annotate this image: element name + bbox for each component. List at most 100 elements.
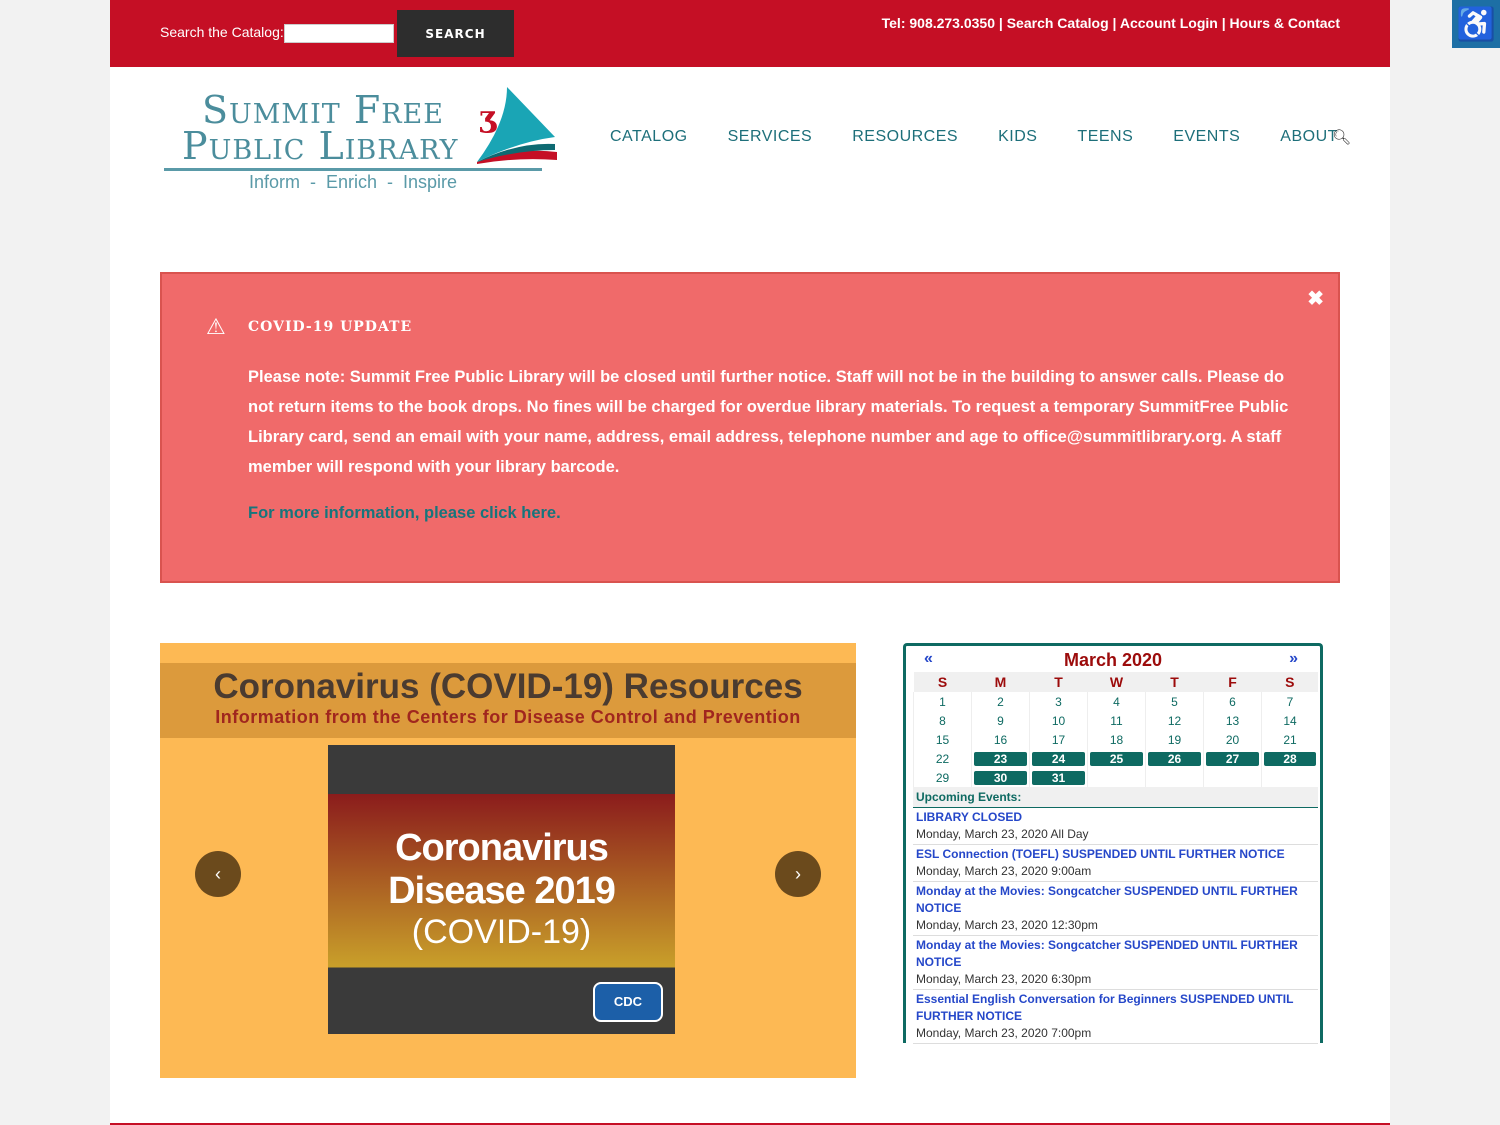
calendar-day[interactable]: 30 bbox=[971, 768, 1030, 787]
warning-icon: ⚠ bbox=[206, 314, 226, 339]
separator: | bbox=[1217, 15, 1230, 31]
library-logo[interactable]: Summit Free Public Library ʒ Inform - En… bbox=[162, 82, 562, 202]
day-number: 7 bbox=[1286, 694, 1294, 709]
day-number: 29 bbox=[935, 770, 950, 785]
alert-title: COVID-19 UPDATE bbox=[248, 319, 413, 335]
close-icon[interactable]: ✖ bbox=[1307, 286, 1324, 311]
event-link[interactable]: LIBRARY CLOSED bbox=[916, 809, 1315, 826]
nav-kids[interactable]: KIDS bbox=[998, 128, 1037, 146]
covid-slide-image[interactable]: Coronavirus Disease 2019 (COVID-19) CDC bbox=[328, 745, 675, 1034]
day-number: 3 bbox=[1055, 694, 1062, 709]
calendar-day[interactable]: 13 bbox=[1203, 711, 1262, 730]
search-icon[interactable]: 🔍︎ bbox=[1332, 128, 1351, 146]
search-button[interactable]: SEARCH bbox=[397, 10, 514, 57]
calendar-day bbox=[1145, 768, 1204, 787]
calendar-day[interactable]: 5 bbox=[1145, 692, 1204, 711]
calendar-day[interactable]: 8 bbox=[913, 711, 972, 730]
slider-next-button[interactable]: › bbox=[775, 851, 821, 897]
catalog-search-input[interactable] bbox=[284, 24, 394, 43]
image-text-3: (COVID-19) bbox=[411, 913, 592, 951]
weekday-header: M bbox=[971, 672, 1030, 692]
phone-link[interactable]: Tel: 908.273.0350 bbox=[882, 15, 995, 31]
calendar-day[interactable]: 22 bbox=[913, 749, 972, 768]
covid-resources-slider: Coronavirus (COVID-19) Resources Informa… bbox=[160, 643, 856, 1078]
nav-about[interactable]: ABOUT bbox=[1280, 128, 1338, 146]
image-text-1: Coronavirus bbox=[395, 827, 609, 869]
logo-rule bbox=[164, 168, 542, 171]
calendar-day[interactable]: 10 bbox=[1029, 711, 1088, 730]
wheelchair-icon[interactable]: ♿ bbox=[1452, 0, 1500, 48]
day-number: 13 bbox=[1225, 713, 1240, 728]
event-link[interactable]: Monday at the Movies: Songcatcher SUSPEN… bbox=[916, 937, 1315, 971]
event-item: Monday at the Movies: Songcatcher SUSPEN… bbox=[913, 936, 1318, 990]
event-date: Monday, March 23, 2020 6:30pm bbox=[916, 972, 1092, 986]
separator: | bbox=[995, 15, 1007, 31]
calendar-day[interactable]: 20 bbox=[1203, 730, 1262, 749]
logo-line2: Public Library bbox=[182, 124, 459, 168]
book-icon: ʒ bbox=[477, 87, 557, 164]
calendar-day[interactable]: 17 bbox=[1029, 730, 1088, 749]
page: Search the Catalog: SEARCH Tel: 908.273.… bbox=[110, 0, 1390, 1125]
calendar-day[interactable]: 2 bbox=[971, 692, 1030, 711]
calendar-day[interactable]: 29 bbox=[913, 768, 972, 787]
calendar-month: March 2020 bbox=[1063, 650, 1163, 670]
day-number: 20 bbox=[1225, 732, 1240, 747]
calendar-week: 15 16 17 18 19 20 21 bbox=[913, 730, 1318, 749]
calendar-day[interactable]: 12 bbox=[1145, 711, 1204, 730]
day-number: 12 bbox=[1167, 713, 1182, 728]
calendar-day[interactable]: 6 bbox=[1203, 692, 1262, 711]
upcoming-events-label: Upcoming Events: bbox=[913, 787, 1318, 808]
alert-message: Please note: Summit Free Public Library … bbox=[248, 368, 1289, 476]
slide-heading-band: Coronavirus (COVID-19) Resources Informa… bbox=[160, 663, 856, 738]
calendar-day[interactable]: 15 bbox=[913, 730, 972, 749]
calendar-day[interactable]: 7 bbox=[1261, 692, 1318, 711]
nav-services[interactable]: SERVICES bbox=[728, 128, 813, 146]
more-info-link[interactable]: For more information, please click here. bbox=[248, 504, 561, 523]
day-number: 14 bbox=[1283, 713, 1297, 728]
prev-month-button[interactable]: « bbox=[924, 650, 933, 668]
calendar-day[interactable]: 27 bbox=[1203, 749, 1262, 768]
account-login-link[interactable]: Account Login bbox=[1120, 15, 1218, 31]
calendar-grid: SMTWTFS 1 2 3 4 5 6 7 8 9 10 11 12 13 14 15 16 17 18 19 20 2… bbox=[913, 672, 1318, 787]
calendar-day[interactable]: 3 bbox=[1029, 692, 1088, 711]
day-number: 8 bbox=[939, 713, 946, 728]
logo-tagline: Inform - Enrich - Inspire bbox=[249, 172, 458, 192]
calendar-week: 29 30 31 bbox=[913, 768, 1318, 787]
calendar-day[interactable]: 26 bbox=[1145, 749, 1204, 768]
hours-contact-link[interactable]: Hours & Contact bbox=[1230, 15, 1340, 31]
calendar-day[interactable]: 1 bbox=[913, 692, 972, 711]
calendar-day[interactable]: 21 bbox=[1261, 730, 1318, 749]
calendar-day[interactable]: 9 bbox=[971, 711, 1030, 730]
day-number: 23 bbox=[974, 751, 1027, 766]
event-link[interactable]: Essential English Conversation for Begin… bbox=[916, 991, 1315, 1025]
nav-events[interactable]: EVENTS bbox=[1173, 128, 1240, 146]
slider-prev-button[interactable]: ‹ bbox=[195, 851, 241, 897]
day-number: 22 bbox=[935, 751, 950, 766]
nav-teens[interactable]: TEENS bbox=[1077, 128, 1133, 146]
calendar-day[interactable]: 25 bbox=[1087, 749, 1146, 768]
event-link[interactable]: Monday at the Movies: Songcatcher SUSPEN… bbox=[916, 883, 1315, 917]
weekday-header: W bbox=[1087, 672, 1146, 692]
calendar-day[interactable]: 31 bbox=[1029, 768, 1088, 787]
calendar-day[interactable]: 16 bbox=[971, 730, 1030, 749]
calendar-day[interactable]: 28 bbox=[1261, 749, 1318, 768]
svg-text:ʒ: ʒ bbox=[479, 100, 497, 135]
weekday-header: S bbox=[913, 672, 972, 692]
event-date: Monday, March 23, 2020 12:30pm bbox=[916, 918, 1098, 932]
calendar-header: « March 2020 » bbox=[906, 646, 1320, 672]
calendar-day[interactable]: 4 bbox=[1087, 692, 1146, 711]
search-label: Search the Catalog: bbox=[160, 24, 284, 40]
event-link[interactable]: ESL Connection (TOEFL) SUSPENDED UNTIL F… bbox=[916, 846, 1315, 863]
calendar-day[interactable]: 18 bbox=[1087, 730, 1146, 749]
next-month-button[interactable]: » bbox=[1289, 650, 1298, 668]
calendar-day[interactable]: 19 bbox=[1145, 730, 1204, 749]
calendar-day[interactable]: 23 bbox=[971, 749, 1030, 768]
event-item: LIBRARY CLOSED Monday, March 23, 2020 All… bbox=[913, 808, 1318, 845]
calendar-day[interactable]: 24 bbox=[1029, 749, 1088, 768]
nav-catalog[interactable]: CATALOG bbox=[610, 128, 688, 146]
calendar-day[interactable]: 11 bbox=[1087, 711, 1146, 730]
nav-resources[interactable]: RESOURCES bbox=[852, 128, 958, 146]
calendar-day[interactable]: 14 bbox=[1261, 711, 1318, 730]
search-catalog-link[interactable]: Search Catalog bbox=[1007, 15, 1109, 31]
event-item: Essential English Conversation for Begin… bbox=[913, 990, 1318, 1044]
